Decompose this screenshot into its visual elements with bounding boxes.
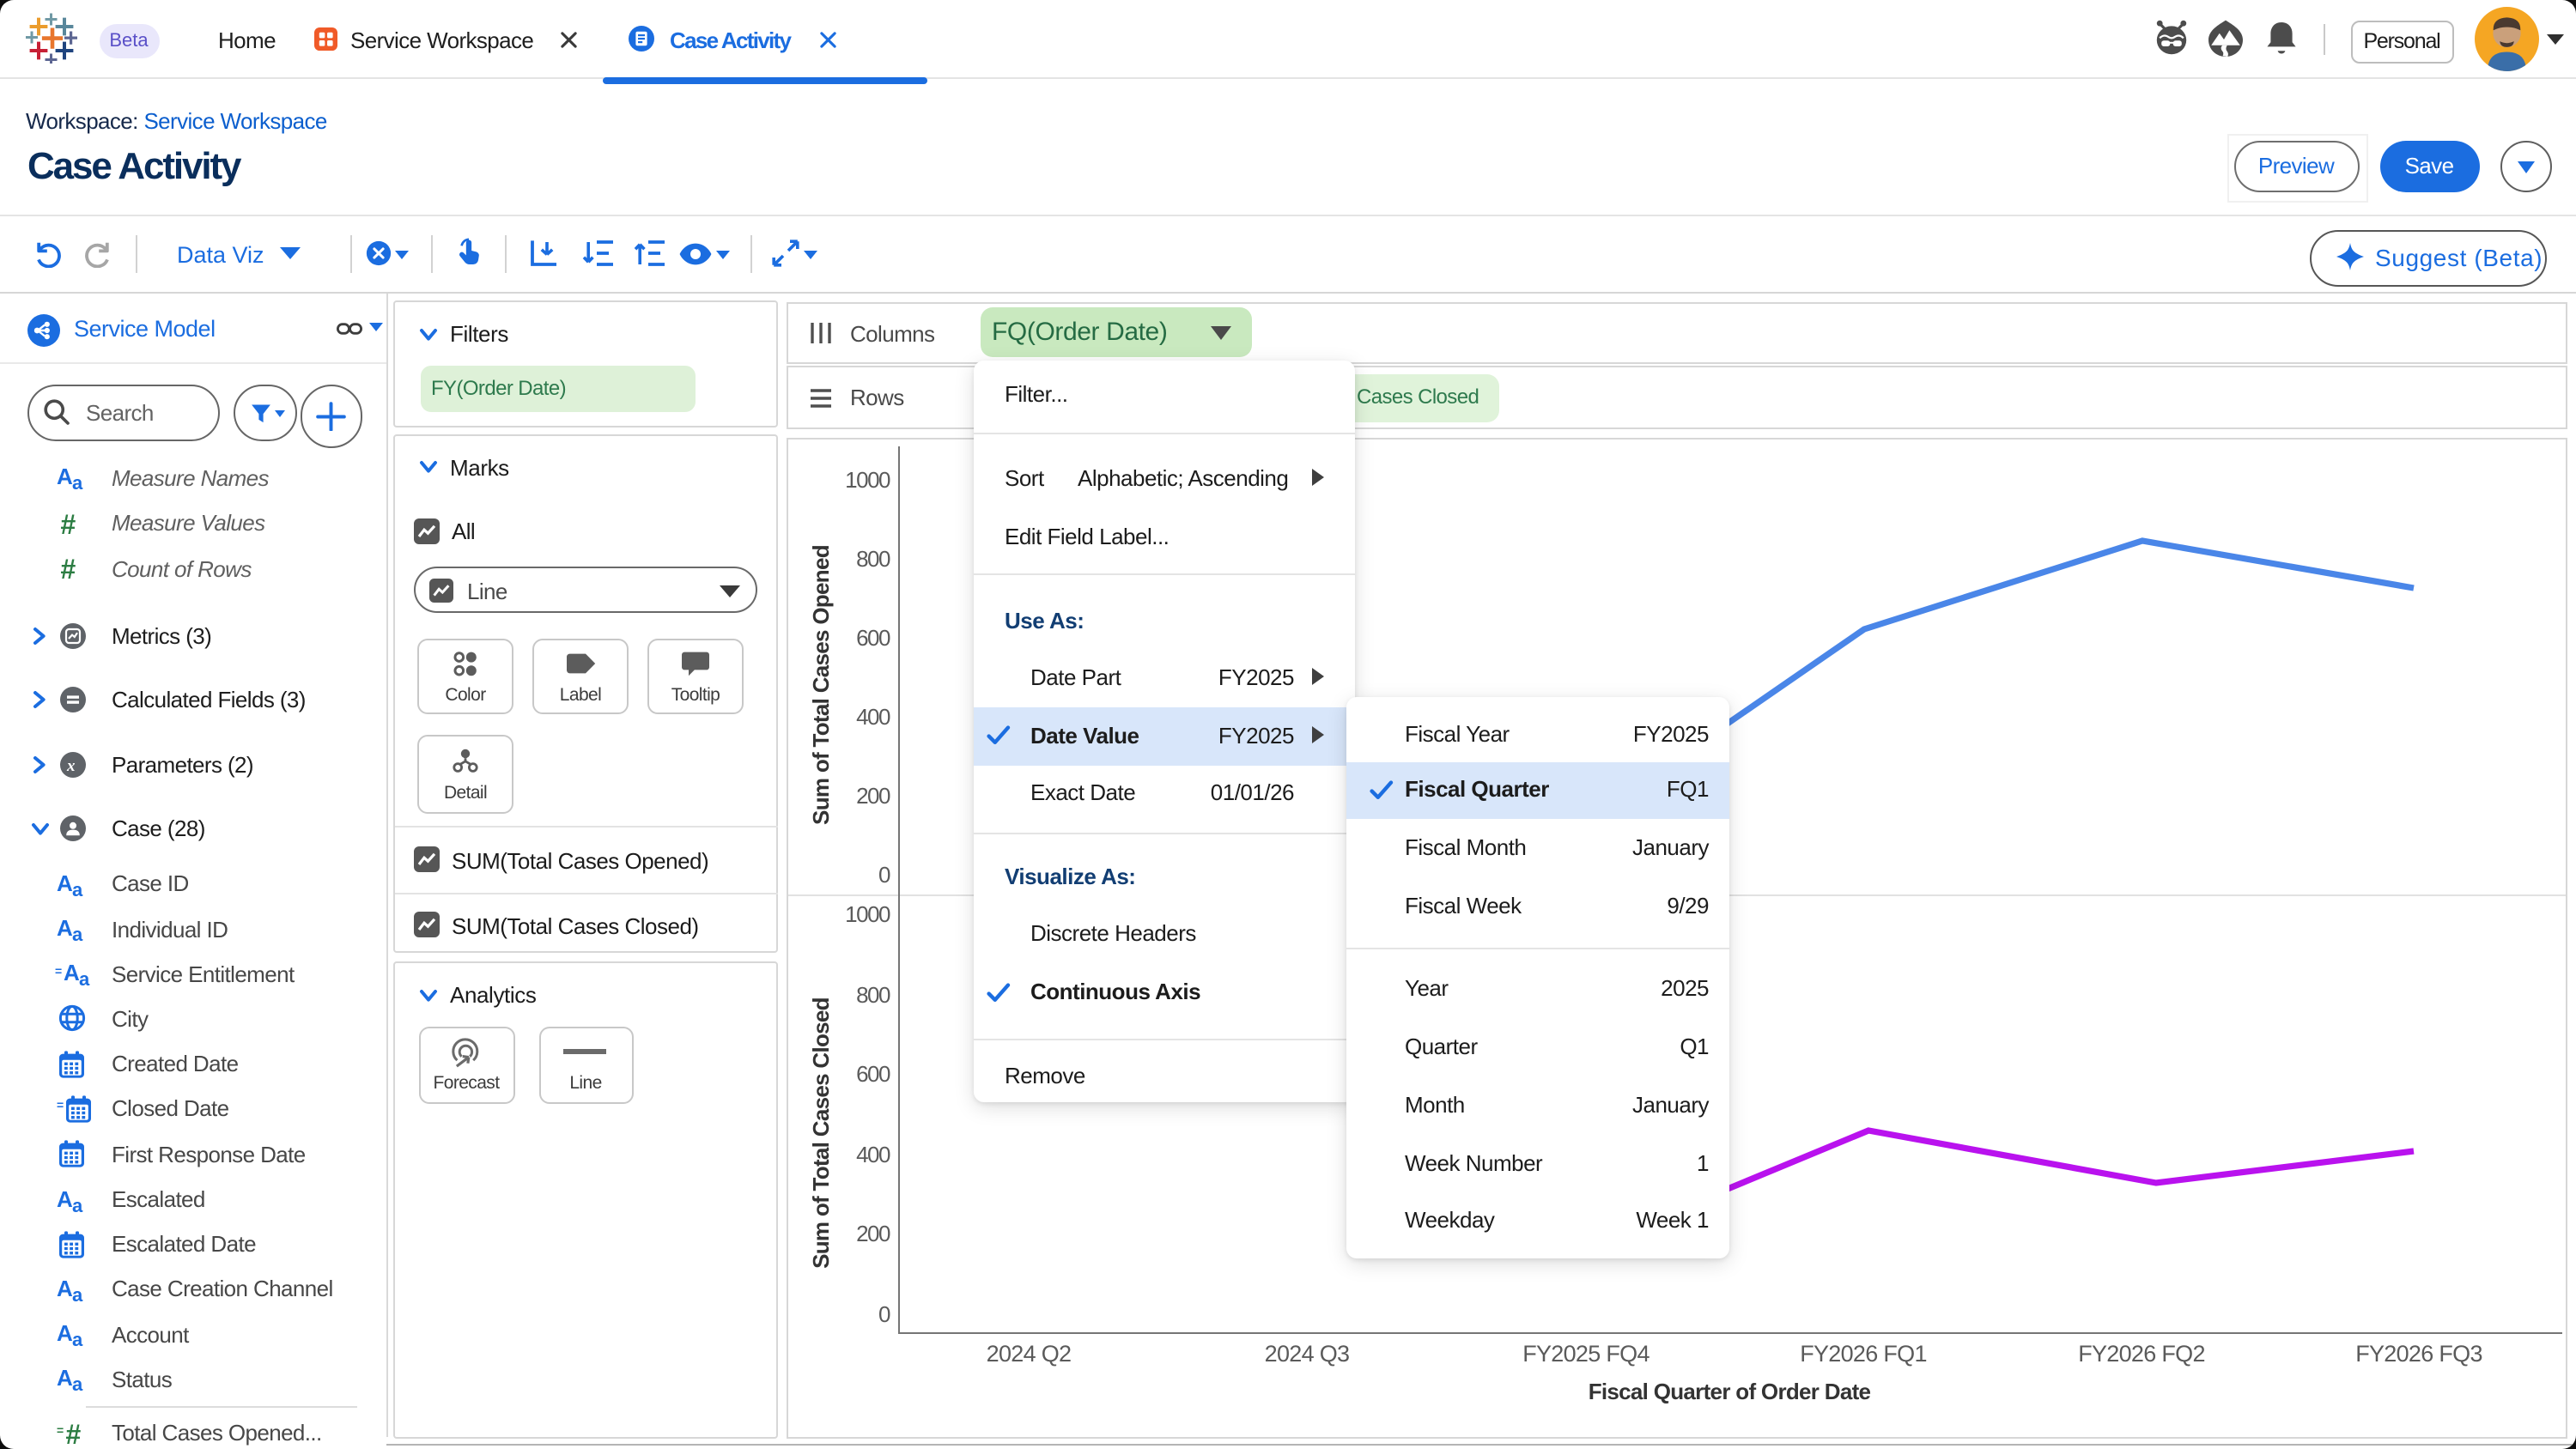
svg-text:=: = bbox=[57, 1422, 64, 1436]
svg-text:a: a bbox=[72, 1373, 83, 1394]
svg-text:A: A bbox=[57, 1185, 73, 1211]
svg-text:A: A bbox=[57, 1275, 73, 1300]
svg-text:A: A bbox=[57, 915, 73, 941]
svg-text:x: x bbox=[66, 756, 76, 774]
svg-text:#: # bbox=[60, 509, 76, 538]
svg-text:a: a bbox=[72, 878, 83, 899]
svg-text:A: A bbox=[64, 960, 80, 985]
svg-text:a: a bbox=[79, 968, 90, 989]
svg-text:a: a bbox=[72, 1194, 83, 1215]
svg-text:a: a bbox=[72, 472, 83, 493]
svg-text:#: # bbox=[65, 1419, 81, 1448]
svg-text:A: A bbox=[57, 1320, 73, 1346]
svg-text:=: = bbox=[57, 1097, 64, 1111]
svg-text:A: A bbox=[57, 870, 73, 895]
svg-text:a: a bbox=[72, 1329, 83, 1349]
svg-text:a: a bbox=[72, 1283, 83, 1304]
svg-text:A: A bbox=[57, 464, 73, 489]
svg-text:a: a bbox=[72, 924, 83, 944]
svg-text:=: = bbox=[55, 964, 62, 978]
svg-text:A: A bbox=[57, 1365, 73, 1391]
svg-text:#: # bbox=[60, 555, 76, 584]
